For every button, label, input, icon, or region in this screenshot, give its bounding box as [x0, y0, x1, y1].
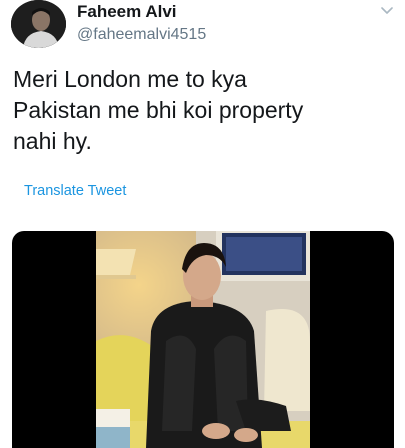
tweet-video[interactable]	[12, 231, 394, 448]
translate-tweet-link[interactable]: Translate Tweet	[24, 183, 126, 199]
author-handle[interactable]: @faheemalvi4515	[77, 26, 206, 44]
tweet-text: Meri London me to kya Pakistan me bhi ko…	[13, 66, 304, 154]
video-frame	[96, 231, 310, 448]
author-display-name[interactable]: Faheem Alvi	[77, 2, 177, 22]
chevron-down-icon[interactable]	[378, 4, 396, 18]
avatar[interactable]	[11, 0, 66, 48]
tweet-card: Faheem Alvi @faheemalvi4515 Meri London …	[0, 0, 405, 448]
